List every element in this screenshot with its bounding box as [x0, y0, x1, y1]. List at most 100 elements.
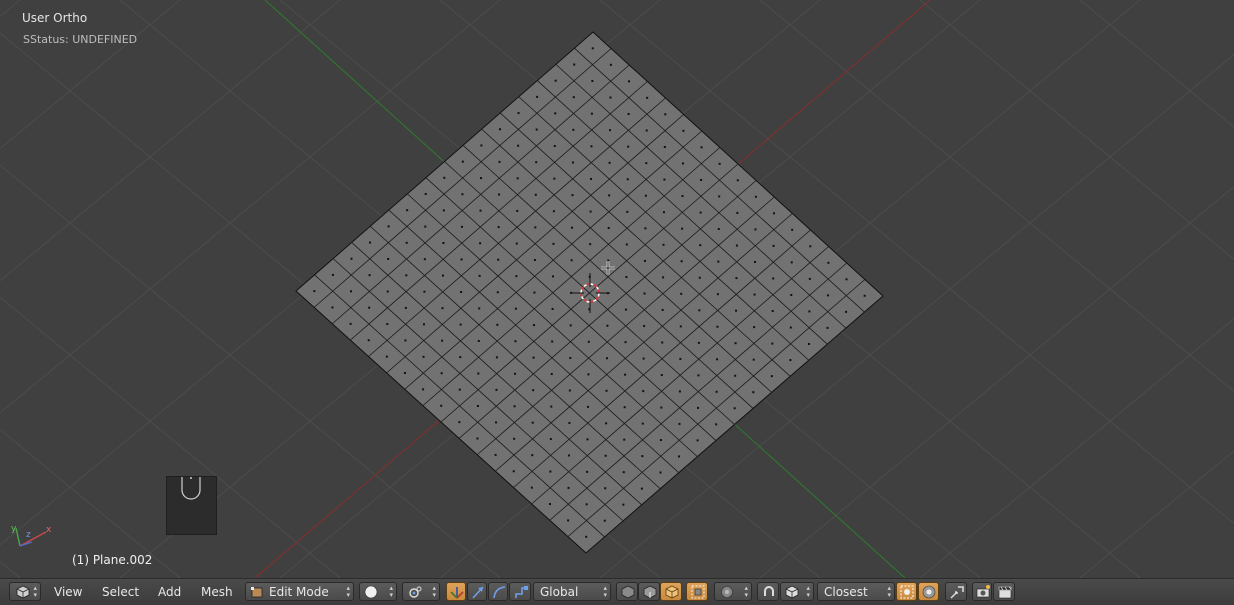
face-dot — [331, 306, 334, 309]
face-dot — [771, 310, 774, 313]
face-dot — [424, 225, 427, 228]
snap-align-rotation-button[interactable] — [945, 582, 967, 601]
face-dot — [440, 404, 443, 407]
axis-label-y: y — [11, 524, 17, 534]
face-dot — [477, 339, 480, 342]
face-dot — [534, 226, 537, 229]
face-dot — [495, 388, 498, 391]
face-dot — [567, 519, 570, 522]
proportional-edit-button[interactable]: ▴ ▾ — [714, 582, 752, 601]
face-dot — [514, 372, 517, 375]
open-gl-render-icon — [950, 586, 964, 599]
snap-toggle-button[interactable] — [757, 582, 779, 601]
snap-magnet-icon — [764, 586, 774, 596]
floor-grid-line — [0, 0, 181, 150]
face-dot — [627, 112, 630, 115]
face-dot — [644, 194, 647, 197]
face-dot — [476, 405, 479, 408]
render-image-button[interactable] — [972, 582, 992, 601]
face-dot — [423, 258, 426, 261]
face-dot — [441, 307, 444, 310]
face-dot — [605, 389, 608, 392]
face-dot — [604, 454, 607, 457]
face-dot — [662, 276, 665, 279]
face-dot — [495, 356, 498, 359]
snap-element-cube-icon — [785, 585, 799, 599]
snap-option-b-button[interactable] — [918, 582, 939, 601]
snap-target-select[interactable]: Closest ▴ ▾ — [817, 582, 895, 601]
face-dot — [531, 454, 534, 457]
menu-mesh[interactable]: Mesh — [197, 582, 237, 601]
edit-mode-icon — [251, 587, 263, 598]
limit-selection-button[interactable] — [686, 582, 708, 601]
rotate-manipulator-button[interactable] — [488, 582, 508, 601]
vertex-select-button[interactable] — [616, 582, 638, 601]
face-dot — [609, 63, 612, 66]
manipulator-toggle-button[interactable] — [446, 582, 466, 601]
face-dot — [679, 357, 682, 360]
edge-select-button[interactable] — [638, 582, 660, 601]
pivot-point-button[interactable]: ▴ ▾ — [402, 582, 440, 601]
face-dot — [590, 177, 593, 180]
snap-element-select[interactable]: ▴ ▾ — [780, 582, 814, 601]
face-dot — [735, 277, 738, 280]
face-dot — [532, 389, 535, 392]
camera-render-icon — [976, 585, 990, 598]
face-dot — [536, 95, 539, 98]
viewport-shading-solid-icon — [364, 585, 378, 599]
face-dot — [571, 226, 574, 229]
axis-label-x: x — [46, 525, 52, 535]
face-dot — [734, 374, 737, 377]
face-dot — [585, 535, 588, 538]
face-dot — [478, 274, 481, 277]
face-dot — [350, 257, 353, 260]
menu-view[interactable]: View — [50, 582, 86, 601]
face-dot — [589, 210, 592, 213]
menu-select[interactable]: Select — [98, 582, 143, 601]
face-dot — [717, 260, 720, 263]
face-dot — [313, 290, 316, 293]
face-dot — [643, 325, 646, 328]
face-select-icon — [665, 585, 679, 599]
face-dot — [440, 372, 443, 375]
face-dot — [678, 455, 681, 458]
face-dot — [626, 178, 629, 181]
limit-selection-icon — [691, 585, 705, 599]
floor-grid-line — [919, 0, 1234, 260]
3d-viewport[interactable]: User Ortho SStatus: UNDEFINED (1) Plane.… — [0, 0, 1234, 578]
viewport-shading-button[interactable]: ▴ ▾ — [359, 582, 397, 601]
face-dot — [827, 261, 830, 264]
editor-type-button[interactable]: ▴ ▾ — [9, 582, 41, 601]
face-dot — [405, 274, 408, 277]
transform-orientation-select[interactable]: Global ▴ ▾ — [533, 582, 611, 601]
face-dot — [552, 210, 555, 213]
translate-manipulator-button[interactable] — [467, 582, 487, 601]
face-dot — [496, 291, 499, 294]
face-dot — [791, 228, 794, 231]
face-dot — [404, 339, 407, 342]
viewport-header: ▴ ▾ View Select Add Mesh Edit Mode ▴ ▾ ▴ ▾ … — [0, 578, 1234, 605]
face-dot — [423, 290, 426, 293]
snap-option-a-button[interactable] — [896, 582, 917, 601]
face-dot — [515, 275, 518, 278]
scale-manipulator-button[interactable] — [509, 582, 531, 601]
face-select-button[interactable] — [660, 582, 682, 601]
face-dot — [790, 293, 793, 296]
face-dot — [590, 112, 593, 115]
face-dot — [622, 503, 625, 506]
face-dot — [640, 487, 643, 490]
face-dot — [845, 310, 848, 313]
face-dot — [368, 306, 371, 309]
face-dot — [568, 389, 571, 392]
face-dot — [550, 405, 553, 408]
face-dot — [477, 372, 480, 375]
face-dot — [609, 129, 612, 132]
menu-add[interactable]: Add — [154, 582, 185, 601]
clapper-render-icon — [998, 586, 1012, 599]
face-dot — [752, 391, 755, 394]
render-animation-button[interactable] — [993, 582, 1015, 601]
face-dot — [696, 439, 699, 442]
face-dot — [660, 374, 663, 377]
face-dot — [771, 342, 774, 345]
mode-selector[interactable]: Edit Mode ▴ ▾ — [245, 582, 354, 601]
